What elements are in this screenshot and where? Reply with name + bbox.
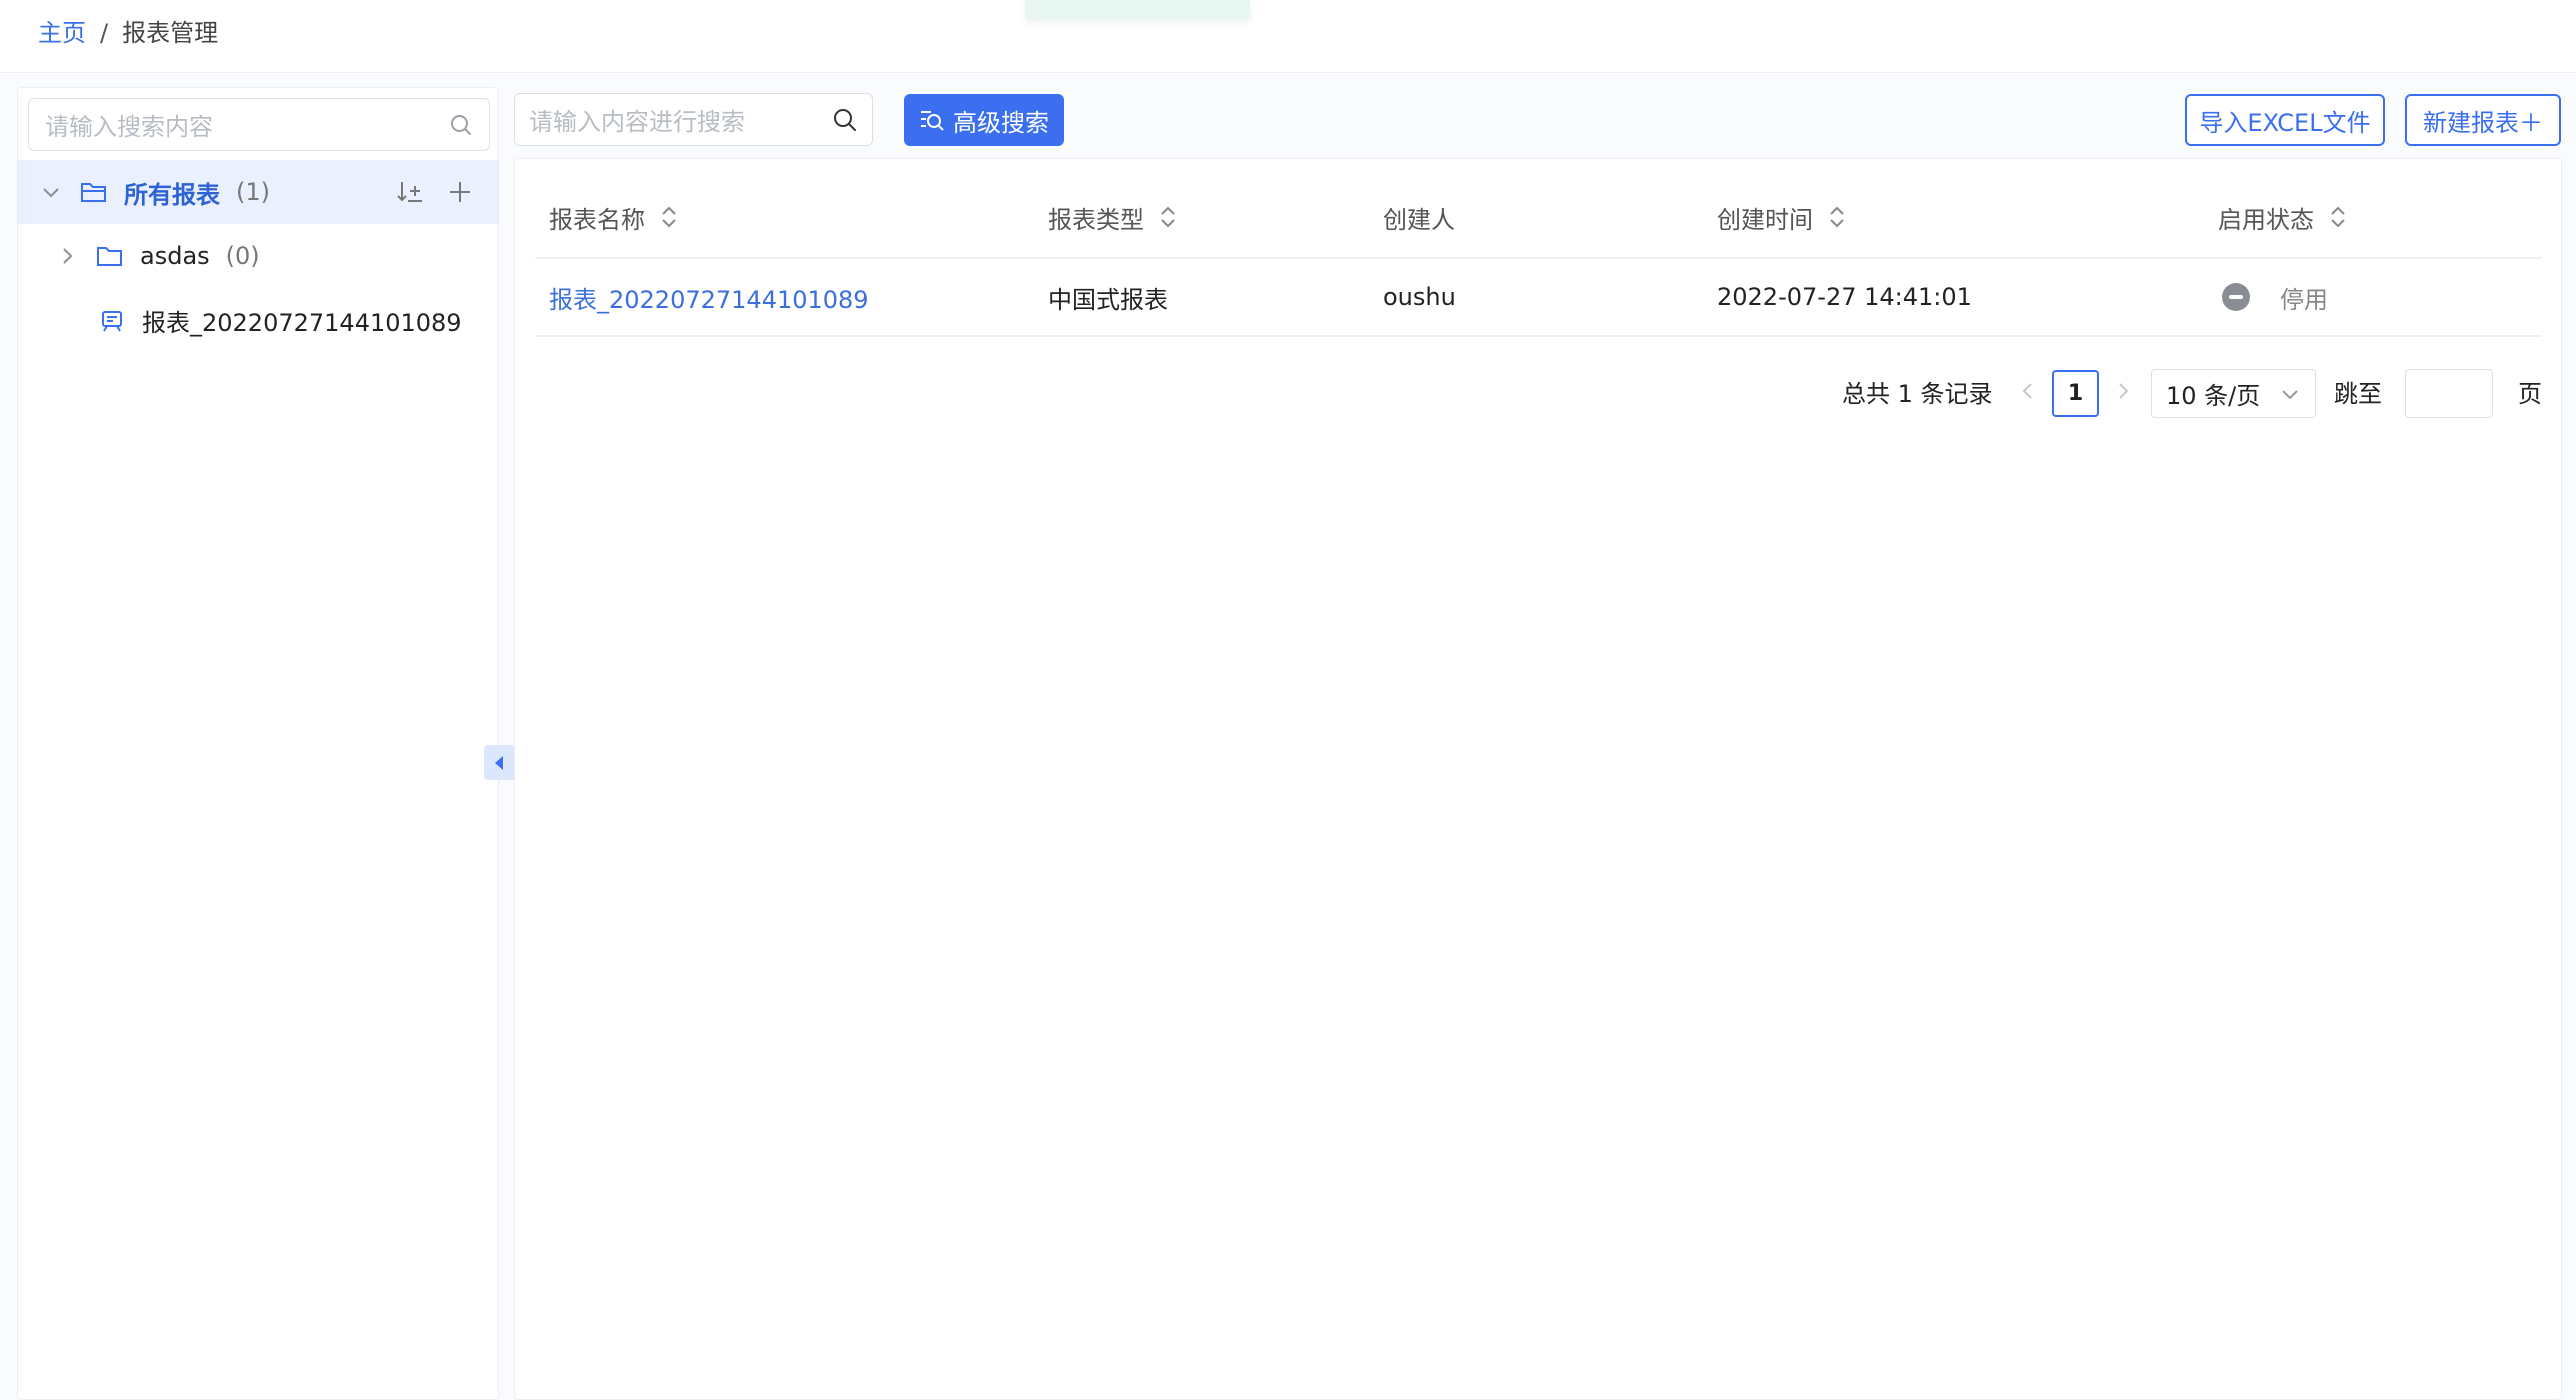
chevron-right-icon[interactable]	[54, 243, 80, 269]
column-header-type[interactable]: 报表类型	[1048, 200, 1178, 234]
created-time-cell: 2022-07-27 14:41:01	[1717, 283, 1972, 311]
column-header-label: 报表名称	[549, 205, 645, 234]
table-row-divider	[535, 335, 2542, 337]
import-excel-button[interactable]: 导入EXCEL文件	[2185, 94, 2385, 146]
jump-label: 跳至	[2334, 379, 2382, 408]
sort-order-icon[interactable]	[396, 178, 424, 206]
report-table-panel	[514, 158, 2562, 1400]
advanced-search-icon	[919, 107, 945, 133]
tree-item-label: 报表_20220727144101089	[142, 308, 462, 337]
chevron-down-icon	[2279, 383, 2301, 405]
creator-cell: oushu	[1383, 283, 1456, 311]
page-size-select[interactable]: 10 条/页	[2151, 369, 2316, 418]
tree-item-label: asdas	[140, 242, 210, 270]
add-icon[interactable]	[446, 178, 474, 206]
column-header-label: 报表类型	[1048, 205, 1144, 234]
tree-item-count: (0)	[225, 242, 260, 270]
status-cell[interactable]: 停用	[2222, 280, 2328, 314]
page-size-value: 10 条/页	[2166, 382, 2261, 410]
tree-item-asdas[interactable]: asdas (0)	[18, 224, 498, 288]
main-search-input[interactable]: 请输入内容进行搜索	[514, 93, 873, 146]
table-header-divider	[535, 257, 2542, 259]
tree-item-report[interactable]: 报表_20220727144101089	[18, 288, 498, 352]
prev-page-button[interactable]	[2018, 366, 2038, 416]
search-icon[interactable]	[449, 113, 473, 137]
report-icon	[98, 306, 126, 334]
new-report-button[interactable]: 新建报表＋	[2405, 94, 2561, 146]
folder-icon	[96, 243, 124, 269]
column-header-creator: 创建人	[1383, 200, 1455, 234]
notification-toast	[1025, 0, 1250, 20]
column-header-label: 启用状态	[2218, 205, 2314, 234]
search-icon[interactable]	[832, 107, 858, 133]
status-label: 停用	[2280, 285, 2328, 314]
column-header-name[interactable]: 报表名称	[549, 200, 679, 234]
sidebar-collapse-toggle[interactable]	[484, 745, 514, 780]
tree-row-actions	[396, 178, 474, 206]
next-page-button[interactable]	[2113, 366, 2133, 416]
chevron-right-icon	[2113, 379, 2133, 403]
advanced-search-label: 高级搜索	[953, 108, 1049, 137]
current-page-button[interactable]: 1	[2052, 370, 2099, 417]
breadcrumb-current: 报表管理	[122, 19, 219, 47]
top-bar: 主页 / 报表管理	[0, 0, 2576, 73]
page-suffix: 页	[2518, 379, 2542, 408]
sort-icon[interactable]	[2328, 203, 2348, 231]
tree-item-all-reports[interactable]: 所有报表 (1)	[18, 160, 498, 224]
report-type-cell: 中国式报表	[1048, 285, 1168, 314]
folder-open-icon	[80, 179, 108, 205]
caret-left-icon	[492, 754, 506, 772]
sidebar-search-field[interactable]: 请输入搜索内容	[28, 98, 490, 151]
disabled-status-icon	[2222, 283, 2250, 311]
report-name-link[interactable]: 报表_20220727144101089	[549, 280, 869, 314]
chevron-down-icon[interactable]	[38, 179, 64, 205]
sort-icon[interactable]	[659, 203, 679, 231]
column-header-label: 创建人	[1383, 205, 1455, 234]
breadcrumb: 主页 / 报表管理	[38, 18, 218, 48]
column-header-created-time[interactable]: 创建时间	[1717, 200, 1847, 234]
column-header-status[interactable]: 启用状态	[2218, 200, 2348, 234]
jump-page-input[interactable]	[2405, 369, 2493, 418]
sort-icon[interactable]	[1827, 203, 1847, 231]
tree-item-label: 所有报表	[124, 180, 220, 209]
sidebar-search-placeholder: 请输入搜索内容	[45, 113, 213, 141]
sidebar: 请输入搜索内容 所有报表 (1) asdas (0) 报表_2022072714…	[17, 87, 499, 1400]
chevron-left-icon	[2018, 379, 2038, 403]
breadcrumb-home-link[interactable]: 主页	[38, 18, 86, 48]
tree-item-count: (1)	[236, 178, 270, 206]
main-search-placeholder: 请输入内容进行搜索	[529, 108, 745, 136]
pagination-total: 总共 1 条记录	[1842, 379, 1993, 408]
column-header-label: 创建时间	[1717, 205, 1813, 234]
breadcrumb-separator: /	[100, 19, 109, 47]
advanced-search-button[interactable]: 高级搜索	[904, 94, 1064, 146]
sort-icon[interactable]	[1158, 203, 1178, 231]
